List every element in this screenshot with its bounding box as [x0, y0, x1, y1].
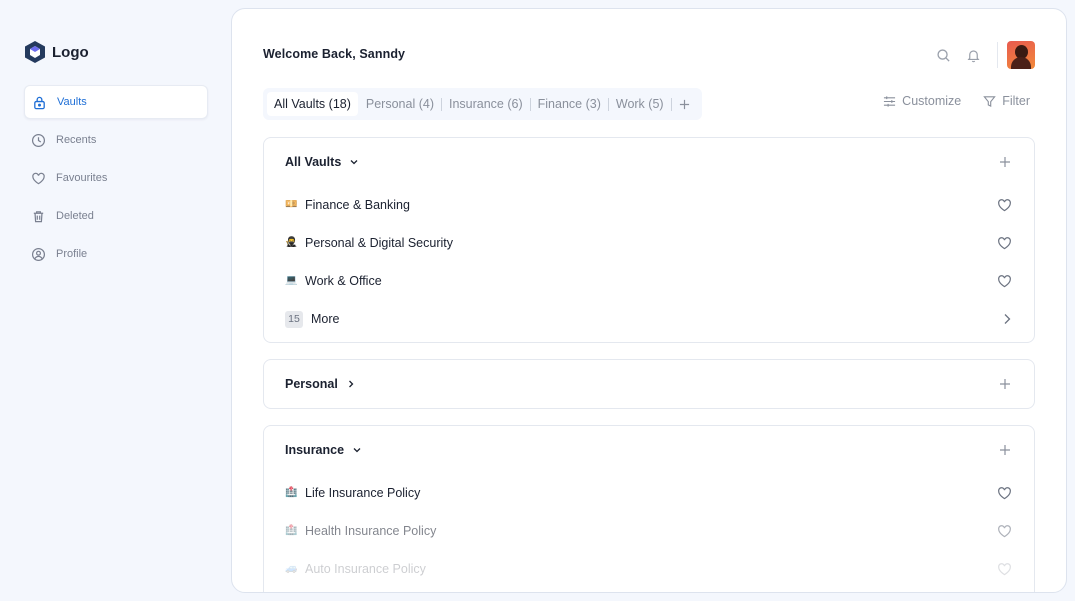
more-label: More: [311, 312, 340, 326]
trash-icon: [31, 209, 46, 224]
sidebar-item-label: Favourites: [56, 172, 108, 184]
sidebar-item-recents[interactable]: Recents: [24, 123, 208, 157]
bell-icon[interactable]: [958, 40, 988, 70]
vault-tabs: All Vaults (18) Personal (4) Insurance (…: [263, 88, 702, 120]
filter-label: Filter: [1002, 94, 1030, 108]
section-title: All Vaults: [285, 155, 342, 169]
tab-insurance[interactable]: Insurance (6): [442, 92, 530, 116]
sidebar-item-label: Recents: [56, 134, 97, 146]
sliders-icon: [884, 95, 896, 107]
add-item-button[interactable]: [998, 377, 1012, 391]
more-row[interactable]: 15 More: [264, 300, 1034, 338]
favourite-heart-icon[interactable]: [997, 562, 1012, 576]
avatar[interactable]: [1007, 41, 1035, 69]
list-item[interactable]: 🚙 Auto Insurance Policy: [264, 550, 1034, 588]
plus-icon: [1000, 379, 1010, 389]
favourite-heart-icon[interactable]: [997, 486, 1012, 500]
hexagon-logo-icon: [25, 41, 45, 63]
item-label: Work & Office: [305, 274, 382, 288]
chevron-down-icon: [350, 160, 358, 165]
section-title: Insurance: [285, 443, 345, 457]
chevron-right-icon: [1004, 314, 1011, 324]
heart-icon: [31, 171, 46, 186]
list-item[interactable]: 💴 Finance & Banking: [264, 186, 1034, 224]
money-emoji-icon: 💴: [285, 199, 298, 210]
favourite-heart-icon[interactable]: [997, 236, 1012, 250]
section-header: Personal: [264, 360, 1034, 408]
filter-button[interactable]: Filter: [983, 94, 1030, 108]
plus-icon: [1000, 157, 1010, 167]
sidebar-item-vaults[interactable]: Vaults: [24, 85, 208, 119]
laptop-emoji-icon: 💻: [285, 275, 298, 286]
plus-icon: [679, 99, 690, 109]
car-emoji-icon: 🚙: [285, 563, 298, 574]
clock-icon: [31, 133, 46, 148]
hospital-emoji-icon: 🏥: [285, 525, 298, 536]
add-item-button[interactable]: [998, 155, 1012, 169]
favourite-heart-icon[interactable]: [997, 524, 1012, 538]
section-toggle[interactable]: Insurance: [285, 443, 362, 457]
sidebar-item-label: Profile: [56, 248, 88, 260]
sidebar-item-label: Deleted: [56, 210, 94, 222]
list-item[interactable]: 🥷 Personal & Digital Security: [264, 224, 1034, 262]
sidebar-item-favourites[interactable]: Favourites: [24, 161, 208, 195]
sidebar-item-deleted[interactable]: Deleted: [24, 199, 208, 233]
list-item[interactable]: 🏥 Life Insurance Policy: [264, 474, 1034, 512]
sidebar-nav: Vaults Recents Favourites Deleted Profil…: [24, 85, 208, 275]
item-label: Auto Insurance Policy: [305, 562, 426, 576]
main-panel: Welcome Back, Sanndy All Vaults (18) Per…: [231, 8, 1067, 593]
tab-personal[interactable]: Personal (4): [359, 92, 441, 116]
list-item[interactable]: 💻 Work & Office: [264, 262, 1034, 300]
chevron-down-icon: [353, 448, 361, 453]
section-insurance: Insurance 🏥 Life Insurance Policy 🏥 Heal…: [263, 425, 1035, 592]
search-icon[interactable]: [928, 40, 958, 70]
section-toggle[interactable]: All Vaults: [285, 155, 359, 169]
tab-work[interactable]: Work (5): [609, 92, 671, 116]
customize-label: Customize: [902, 94, 962, 108]
toolbar-actions: Customize Filter: [883, 94, 1030, 108]
favourite-heart-icon[interactable]: [997, 274, 1012, 288]
favourite-heart-icon[interactable]: [997, 198, 1012, 212]
section-all-vaults: All Vaults 💴 Finance & Banking 🥷 Persona…: [263, 137, 1035, 343]
filter-icon: [983, 95, 996, 107]
page-title: Welcome Back, Sanndy: [263, 47, 406, 61]
item-label: Finance & Banking: [305, 198, 410, 212]
user-circle-icon: [31, 247, 46, 262]
chevron-right-icon: [348, 380, 354, 388]
add-tab-button[interactable]: [672, 92, 698, 116]
tab-all-vaults[interactable]: All Vaults (18): [267, 92, 358, 116]
lock-icon: [32, 95, 47, 110]
sidebar-item-profile[interactable]: Profile: [24, 237, 208, 271]
customize-button[interactable]: Customize: [883, 94, 961, 108]
ninja-emoji-icon: 🥷: [285, 237, 298, 248]
section-header: Insurance: [264, 426, 1034, 474]
section-personal: Personal: [263, 359, 1035, 409]
hospital-emoji-icon: 🏥: [285, 487, 298, 498]
sidebar: Logo Vaults Recents Favourites Deleted P…: [0, 0, 232, 601]
add-item-button[interactable]: [998, 443, 1012, 457]
header-actions: [928, 40, 1035, 70]
plus-icon: [1000, 445, 1010, 455]
item-label: Life Insurance Policy: [305, 486, 421, 500]
header-divider: [997, 42, 998, 68]
list-item[interactable]: 🏥 Health Insurance Policy: [264, 512, 1034, 550]
logo[interactable]: Logo: [24, 40, 89, 64]
tab-finance[interactable]: Finance (3): [531, 92, 608, 116]
sidebar-item-label: Vaults: [57, 96, 87, 108]
item-label: Personal & Digital Security: [305, 236, 453, 250]
more-count-badge: 15: [285, 310, 303, 328]
logo-text: Logo: [52, 43, 89, 61]
section-toggle[interactable]: Personal: [285, 377, 356, 391]
section-header: All Vaults: [264, 138, 1034, 186]
section-title: Personal: [285, 377, 338, 391]
item-label: Health Insurance Policy: [305, 524, 437, 538]
